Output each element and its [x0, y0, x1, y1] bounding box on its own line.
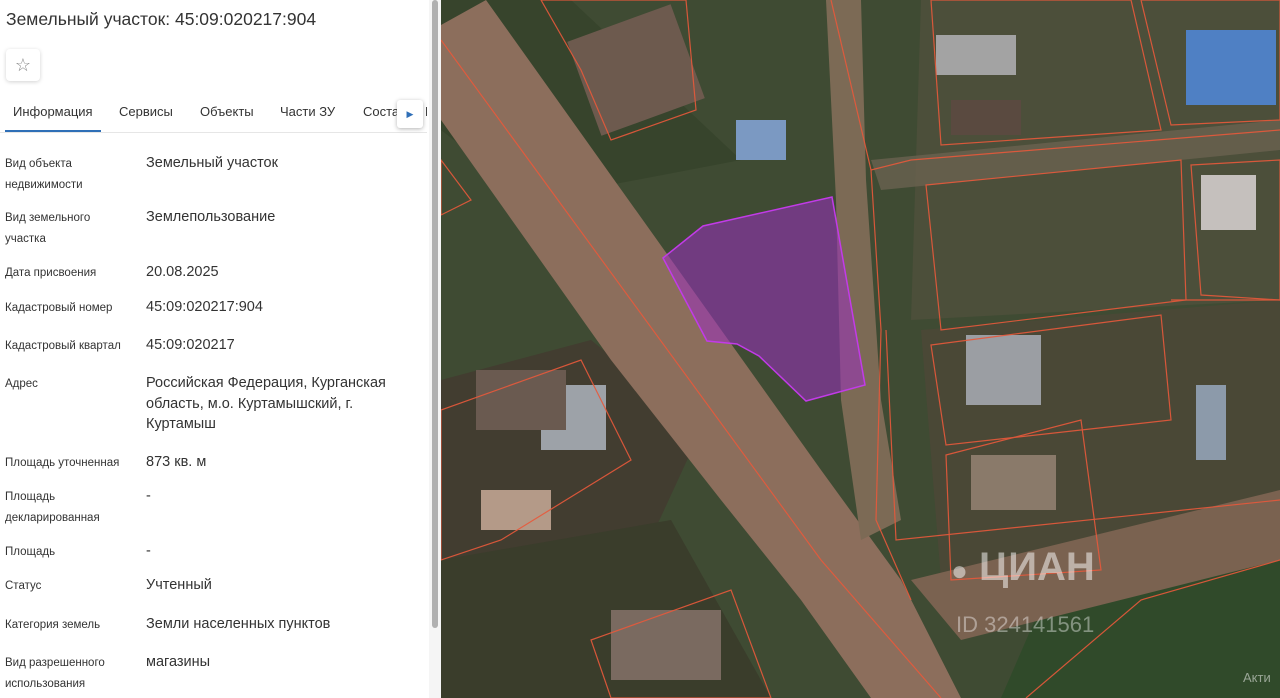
map-pin-icon: ●	[951, 555, 968, 586]
prop-label: Категория земель	[5, 619, 101, 631]
star-outline-icon: ☆	[14, 54, 32, 75]
prop-value: Землепользование	[146, 209, 276, 225]
prop-value: 873 кв. м	[146, 454, 207, 470]
prop-value: -	[146, 543, 151, 559]
prop-label: Кадастровый номер	[5, 302, 113, 314]
tab-more[interactable]: Г	[425, 92, 427, 132]
tabs-next-button[interactable]: ▶	[397, 100, 423, 128]
favorite-button[interactable]: ☆	[6, 49, 40, 81]
prop-label: Площадь декларированная	[5, 491, 100, 524]
prop-label: Статус	[5, 580, 42, 592]
tab-bar: Информация Сервисы Объекты Части ЗУ Сост…	[0, 92, 427, 133]
activation-notice: Акти	[1243, 670, 1271, 685]
tab-composition[interactable]: Соста	[363, 92, 399, 132]
info-panel: Земельный участок: 45:09:020217:904 ☆ Ин…	[0, 0, 441, 698]
address-value: Российская Федерация, Курганская область…	[146, 375, 386, 432]
prop-value: Земельный участок	[146, 155, 278, 171]
prop-label: Площадь уточненная	[5, 457, 120, 469]
tab-services[interactable]: Сервисы	[119, 92, 173, 132]
satellite-map[interactable]	[441, 0, 1280, 698]
chevron-right-icon: ▶	[406, 108, 414, 119]
tab-parts[interactable]: Части ЗУ	[280, 92, 335, 132]
panel-scrollbar[interactable]	[429, 0, 441, 698]
page-title: Земельный участок: 45:09:020217:904	[6, 9, 317, 29]
prop-label: Вид объекта недвижимости	[5, 158, 83, 191]
prop-label: Адрес	[5, 378, 38, 390]
prop-label: Кадастровый квартал	[5, 340, 121, 352]
prop-value: 45:09:020217	[146, 337, 235, 353]
prop-value: 20.08.2025	[146, 264, 219, 280]
prop-value: магазины	[146, 654, 211, 670]
prop-label: Площадь	[5, 546, 56, 558]
prop-label: Вид разрешенного использования	[5, 657, 105, 690]
status-value: Учтенный	[146, 577, 212, 593]
prop-value: Земли населенных пунктов	[146, 616, 331, 632]
prop-label: Вид земельного участка	[5, 212, 91, 245]
prop-value: 45:09:020217:904	[146, 299, 263, 315]
tab-info[interactable]: Информация	[5, 92, 101, 132]
watermark-brand: ЦИАН	[979, 545, 1095, 589]
watermark-id: ID 324141561	[956, 612, 1095, 637]
watermark: ● ЦИАН	[951, 545, 1095, 590]
prop-value: -	[146, 488, 151, 504]
tab-objects[interactable]: Объекты	[200, 92, 254, 132]
prop-label: Дата присвоения	[5, 267, 97, 279]
scrollbar-thumb[interactable]	[432, 0, 438, 628]
map-view[interactable]: ● ЦИАН ID 324141561 Акти	[441, 0, 1280, 698]
